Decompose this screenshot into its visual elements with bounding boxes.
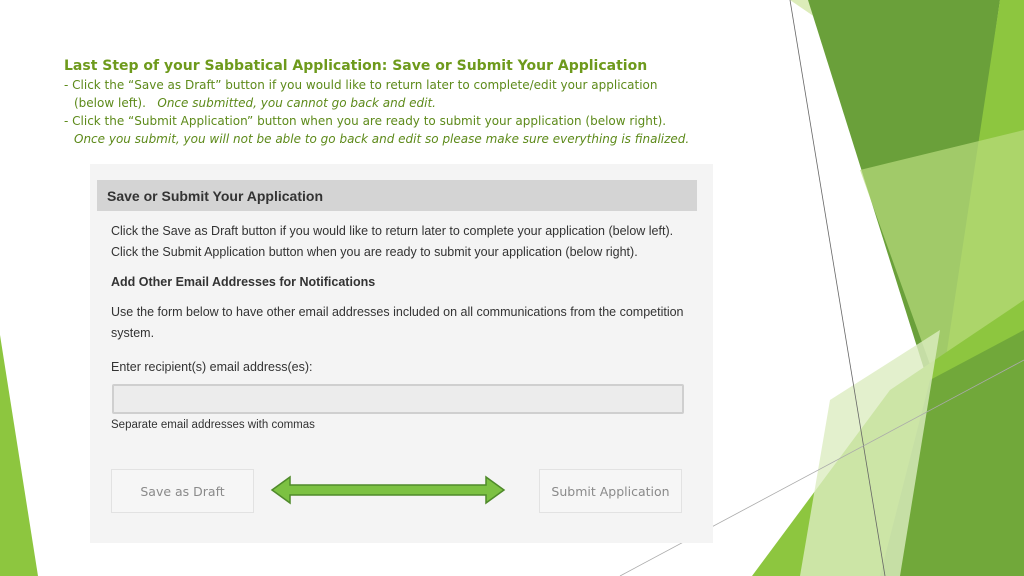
slide-text: Last Step of your Sabbatical Application… [64, 56, 764, 148]
bullet-save-draft-continued: (below left). Once submitted, you cannot… [64, 94, 764, 112]
save-as-draft-button[interactable]: Save as Draft [111, 469, 254, 513]
bullet-save-draft-note: Once submitted, you cannot go back and e… [157, 96, 436, 110]
email-label: Enter recipient(s) email address(es): [111, 360, 313, 374]
bullet-save-draft: - Click the “Save as Draft” button if yo… [64, 76, 764, 94]
application-screenshot: Save or Submit Your Application Click th… [90, 164, 713, 543]
double-arrow-icon [270, 475, 506, 505]
section-desc-line-2: system. [111, 326, 155, 340]
screenshot-header-title: Save or Submit Your Application [107, 188, 323, 204]
bullet-submit-text: - Click the “Submit Application” button … [64, 114, 667, 128]
submit-application-button[interactable]: Submit Application [539, 469, 682, 513]
bullet-save-draft-text: - Click the “Save as Draft” button if yo… [64, 78, 658, 92]
section-desc-line-1: Use the form below to have other email a… [111, 305, 684, 319]
email-input[interactable] [112, 384, 684, 414]
email-hint: Separate email addresses with commas [111, 419, 315, 431]
left-green-shape [0, 335, 38, 576]
section-title: Add Other Email Addresses for Notificati… [111, 275, 376, 289]
bullet-submit-note: Once you submit, you will not be able to… [74, 132, 690, 146]
slide-title: Last Step of your Sabbatical Application… [64, 58, 648, 74]
instruction-line-2: Click the Submit Application button when… [111, 245, 638, 259]
bullet-save-draft-cont: (below left). [74, 96, 146, 110]
screenshot-header: Save or Submit Your Application [97, 180, 697, 211]
instruction-line-1: Click the Save as Draft button if you wo… [111, 224, 674, 238]
bullet-submit: - Click the “Submit Application” button … [64, 112, 764, 130]
